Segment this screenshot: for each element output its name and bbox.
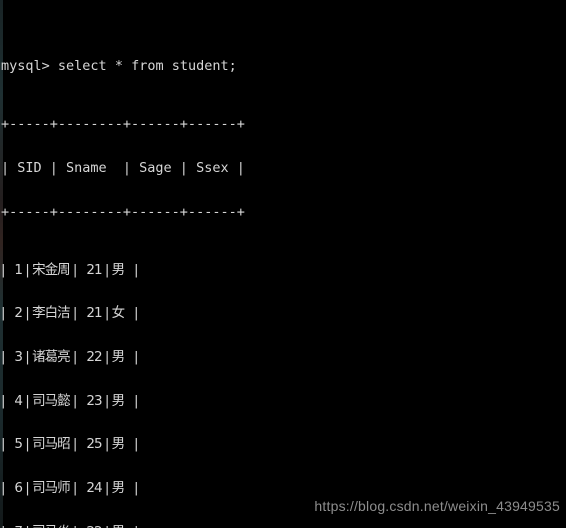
table-row: | 4 | 司马懿 | 23 | 男 | — [1, 392, 139, 409]
student-table-header: | SID | Sname | Sage | Ssex | — [1, 160, 245, 177]
table-row: | 3 | 诸葛亮 | 22 | 男 | — [1, 349, 139, 366]
table-row: | 2 | 李白洁 | 21 | 女 | — [1, 305, 139, 322]
student-table-border-top: +-----+--------+------+------+ — [1, 116, 245, 133]
table-row: | 5 | 司马昭 | 25 | 男 | — [1, 436, 139, 453]
console-output[interactable]: mysql> select * from student; +-----+---… — [0, 0, 566, 528]
prompt-label: mysql> — [1, 58, 50, 75]
student-table-border-mid: +-----+--------+------+------+ — [1, 203, 245, 220]
command-text: select * from student; — [57, 58, 237, 75]
watermark-url: https://blog.csdn.net/weixin_43949535 — [314, 498, 560, 514]
table-row: | 6 | 司马师 | 24 | 男 | — [1, 480, 139, 497]
table-row: | 1 | 宋金周 | 21 | 男 | — [1, 261, 139, 278]
command-line-select-all: mysql> select * from student; — [1, 59, 566, 74]
terminal-window: mysql> select * from student; +-----+---… — [0, 0, 566, 528]
